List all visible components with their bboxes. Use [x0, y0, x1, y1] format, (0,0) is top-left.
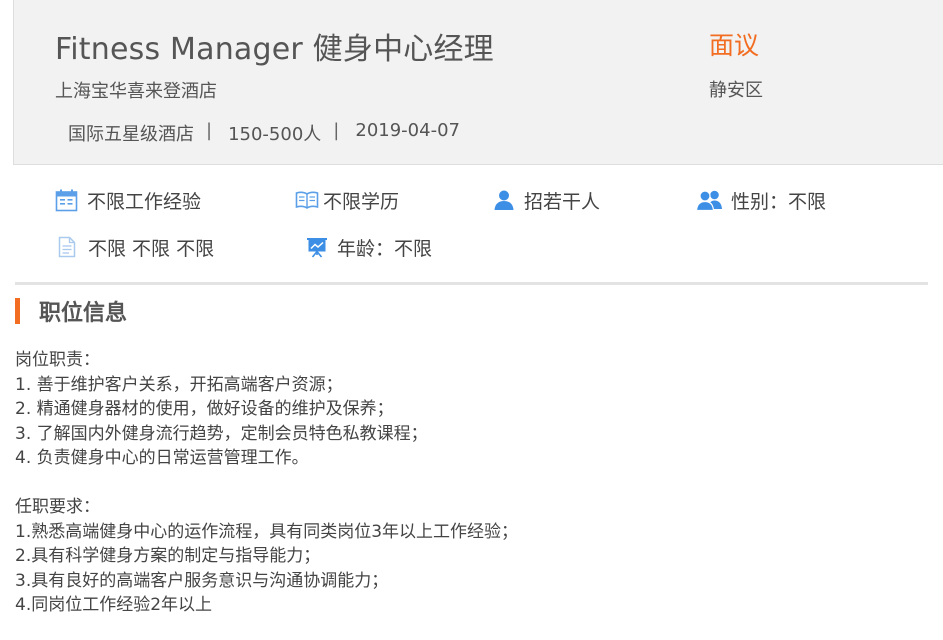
meta-separator: |	[333, 120, 340, 141]
people-icon	[696, 190, 722, 211]
requirement-experience: 不限工作经验	[55, 186, 201, 214]
job-description: 岗位职责： 1. 善于维护客户关系，开拓高端客户资源； 2. 精通健身器材的使用…	[15, 348, 915, 618]
meta-separator: |	[206, 120, 213, 141]
section-header: 职位信息	[15, 297, 128, 326]
person-icon	[494, 190, 514, 210]
duty-item: 2. 精通健身器材的使用，做好设备的维护及保养；	[15, 399, 394, 419]
duties-heading: 岗位职责：	[15, 350, 100, 370]
requirement-gender: 性别：不限	[696, 186, 826, 214]
salary-label: 面议	[709, 31, 760, 60]
district-label: 静安区	[709, 80, 763, 101]
qualification-item: 2.具有科学健身方案的制定与指导能力；	[15, 546, 321, 566]
gender-label: 性别：不限	[731, 190, 827, 213]
presentation-icon	[307, 238, 327, 258]
company-size: 150-500人	[228, 124, 322, 145]
duty-item: 4. 负责健身中心的日常运营管理工作。	[15, 448, 309, 468]
requirement-headcount: 招若干人	[493, 186, 600, 214]
age-label: 年龄：不限	[337, 237, 433, 260]
requirement-language: 不限 不限 不限	[58, 233, 214, 261]
qualification-item: 1.熟悉高端健身中心的运作流程，具有同类岗位3年以上工作经验；	[15, 521, 519, 542]
duty-item: 3. 了解国内外健身流行趋势，定制会员特色私教课程；	[15, 423, 428, 444]
qualifications-heading: 任职要求：	[15, 497, 100, 517]
education-label: 不限学历	[323, 190, 400, 213]
company-type: 国际五星级酒店	[68, 124, 194, 145]
section-title: 职位信息	[39, 301, 128, 326]
job-header: Fitness Manager 健身中心经理 面议 上海宝华喜来登酒店 静安区 …	[13, 0, 943, 165]
requirement-education: 不限学历	[295, 186, 399, 214]
duty-item: 1. 善于维护客户关系，开拓高端客户资源；	[15, 374, 343, 395]
headcount-label: 招若干人	[524, 190, 601, 213]
section-accent-bar	[15, 298, 20, 324]
qualification-item: 3.具有良好的高端客户服务意识与沟通协调能力；	[15, 570, 389, 591]
qualification-item: 4.同岗位工作经验2年以上	[15, 595, 213, 615]
experience-label: 不限工作经验	[87, 190, 202, 213]
requirement-age: 年龄：不限	[306, 233, 432, 261]
document-icon	[58, 236, 76, 258]
company-name[interactable]: 上海宝华喜来登酒店	[55, 77, 217, 103]
post-date: 2019-04-07	[355, 120, 460, 141]
company-meta: 国际五星级酒店 | 150-500人 | 2019-04-07	[68, 120, 460, 146]
requirements-bar: 不限工作经验 不限学历 招若干人 性别：不限 不限 不限 不限 年龄：不限	[0, 168, 943, 286]
calendar-icon	[55, 189, 78, 211]
job-title: Fitness Manager 健身中心经理	[55, 32, 494, 67]
open-book-icon	[295, 191, 319, 209]
language-label: 不限 不限 不限	[88, 237, 215, 260]
section-divider	[15, 282, 928, 285]
